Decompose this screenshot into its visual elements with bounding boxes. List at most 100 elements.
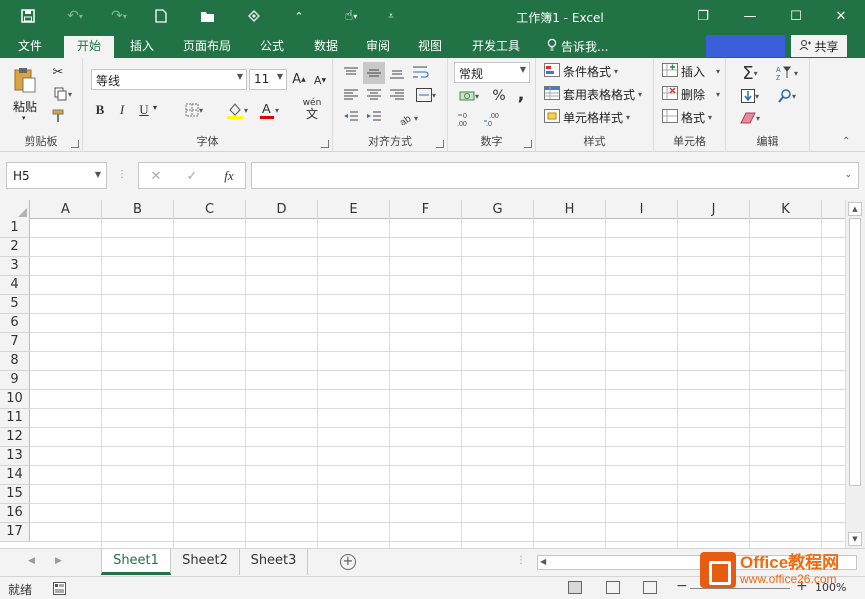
clear-icon[interactable]: ▾: [736, 108, 764, 128]
save-icon[interactable]: [18, 6, 38, 26]
tab-data[interactable]: 数据: [306, 36, 346, 58]
caret-up-icon[interactable]: ⌃: [290, 6, 308, 26]
underline-dropdown-caret[interactable]: ▾: [153, 103, 157, 112]
increase-decimal-icon[interactable]: 0.00: [456, 109, 478, 129]
macro-record-icon[interactable]: [52, 581, 66, 595]
row-header[interactable]: 7: [0, 333, 30, 352]
align-right-icon[interactable]: [388, 86, 406, 104]
comma-style-button[interactable]: ,: [514, 84, 528, 105]
redo-icon[interactable]: ↷ ▾: [104, 6, 134, 26]
customize-quick-access-icon[interactable]: ⩡: [384, 6, 398, 26]
delete-cells-button[interactable]: 删除 ▾: [662, 86, 720, 103]
decrease-decimal-icon[interactable]: .00.0: [482, 109, 504, 129]
ribbon-display-options-icon[interactable]: ❐: [688, 4, 718, 28]
enter-entry-button[interactable]: ✓: [183, 167, 201, 185]
tab-insert[interactable]: 插入: [122, 36, 162, 58]
row-header[interactable]: 9: [0, 371, 30, 390]
undo-icon[interactable]: ↶ ▾: [60, 6, 90, 26]
shrink-font-icon[interactable]: A ▼: [313, 73, 327, 87]
column-header[interactable]: F: [390, 200, 462, 219]
formula-input[interactable]: ⌄: [251, 162, 859, 189]
row-header[interactable]: 12: [0, 428, 30, 447]
collapse-ribbon-icon[interactable]: ⌃: [842, 136, 850, 147]
format-painter-icon[interactable]: [50, 108, 66, 124]
fill-color-icon[interactable]: ▾: [223, 100, 251, 120]
find-select-icon[interactable]: ▾: [772, 86, 802, 106]
row-header[interactable]: 3: [0, 257, 30, 276]
font-size-select[interactable]: 11 ▼: [249, 69, 287, 90]
column-header[interactable]: E: [318, 200, 390, 219]
row-header[interactable]: 4: [0, 276, 30, 295]
accounting-format-icon[interactable]: ▾: [456, 86, 482, 106]
new-sheet-button[interactable]: +: [340, 554, 356, 570]
row-header[interactable]: 16: [0, 504, 30, 523]
tab-home[interactable]: 开始: [64, 36, 114, 58]
row-header[interactable]: 11: [0, 409, 30, 428]
tab-split-grip-icon[interactable]: ⋮: [516, 555, 526, 566]
font-launcher-icon[interactable]: [321, 140, 329, 148]
vertical-scrollbar[interactable]: ▲ ▼: [845, 200, 865, 548]
touch-hand-icon[interactable]: ☝ ▾: [336, 6, 366, 26]
underline-button[interactable]: U: [137, 102, 151, 118]
column-header[interactable]: I: [606, 200, 678, 219]
align-bottom-icon[interactable]: [388, 64, 406, 82]
borders-icon[interactable]: ▾: [181, 102, 207, 118]
format-as-table-button[interactable]: 套用表格格式 ▾: [544, 86, 642, 103]
orientation-icon[interactable]: ab ▾: [393, 108, 423, 128]
row-header[interactable]: 10: [0, 390, 30, 409]
decrease-indent-icon[interactable]: [342, 108, 360, 126]
wrap-text-icon[interactable]: [411, 62, 431, 82]
cancel-entry-button[interactable]: ✕: [147, 167, 165, 185]
row-header[interactable]: 1: [0, 219, 30, 238]
format-cells-button[interactable]: 格式 ▾: [662, 109, 712, 126]
align-left-icon[interactable]: [342, 86, 360, 104]
tab-file[interactable]: 文件: [8, 36, 52, 58]
scroll-left-arrow-icon[interactable]: ◀: [540, 557, 546, 566]
normal-view-icon[interactable]: [568, 581, 582, 594]
minimize-button[interactable]: —: [735, 4, 765, 28]
row-header[interactable]: 15: [0, 485, 30, 504]
new-file-icon[interactable]: [152, 6, 170, 26]
cell-area[interactable]: [30, 219, 845, 548]
bold-button[interactable]: B: [93, 102, 107, 118]
cut-icon[interactable]: ✂: [50, 64, 66, 80]
tab-page-layout[interactable]: 页面布局: [176, 36, 238, 58]
open-folder-icon[interactable]: [198, 6, 218, 26]
scroll-up-arrow-icon[interactable]: ▲: [848, 202, 862, 216]
percent-style-button[interactable]: %: [490, 87, 508, 105]
column-header[interactable]: D: [246, 200, 318, 219]
clipboard-launcher-icon[interactable]: [71, 140, 79, 148]
sheet-tab[interactable]: Sheet2: [171, 549, 240, 575]
close-button[interactable]: ✕: [826, 4, 856, 28]
alignment-launcher-icon[interactable]: [436, 140, 444, 148]
sort-filter-icon[interactable]: A Z ▾: [772, 63, 802, 83]
tab-review[interactable]: 审阅: [358, 36, 398, 58]
insert-function-button[interactable]: fx: [219, 167, 239, 185]
select-all-corner[interactable]: [0, 200, 30, 219]
italic-button[interactable]: I: [115, 102, 129, 118]
column-header[interactable]: J: [678, 200, 750, 219]
account-area[interactable]: [706, 35, 785, 57]
font-name-select[interactable]: 等线 ▼: [91, 69, 247, 90]
row-header[interactable]: 5: [0, 295, 30, 314]
sheet-tab[interactable]: Sheet3: [240, 549, 308, 575]
phonetic-guide-icon[interactable]: wén 文: [299, 98, 325, 120]
vertical-scroll-thumb[interactable]: [849, 218, 861, 486]
column-header[interactable]: A: [30, 200, 102, 219]
sheet-nav-next-icon[interactable]: ▶: [55, 556, 62, 566]
row-header[interactable]: 6: [0, 314, 30, 333]
tell-me-search[interactable]: 告诉我...: [547, 36, 608, 58]
row-header[interactable]: 8: [0, 352, 30, 371]
font-color-icon[interactable]: A ▾: [255, 100, 283, 120]
share-button[interactable]: 共享: [791, 35, 847, 57]
expand-formula-icon[interactable]: ⌄: [844, 170, 852, 180]
number-launcher-icon[interactable]: [524, 140, 532, 148]
name-box[interactable]: H5 ▼: [6, 162, 107, 189]
column-header[interactable]: C: [174, 200, 246, 219]
column-header[interactable]: G: [462, 200, 534, 219]
sheet-tab[interactable]: Sheet1: [101, 549, 171, 575]
fill-icon[interactable]: ▾: [736, 86, 764, 106]
maximize-button[interactable]: ☐: [781, 4, 811, 28]
tab-developer[interactable]: 开发工具: [464, 36, 528, 58]
paste-icon[interactable]: [12, 66, 38, 94]
